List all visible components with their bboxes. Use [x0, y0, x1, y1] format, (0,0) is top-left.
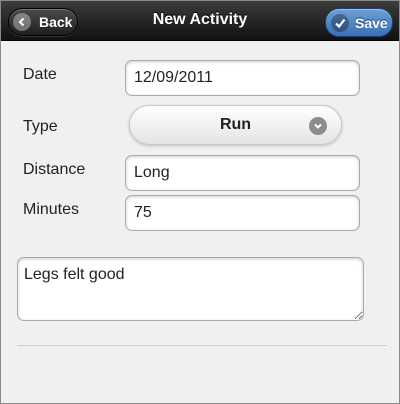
type-select[interactable]: Run: [129, 105, 342, 145]
checkmark-icon: [331, 13, 349, 32]
notes-textarea[interactable]: Legs felt good: [17, 257, 364, 321]
minutes-label: Minutes: [23, 201, 80, 218]
date-label: Date: [23, 66, 57, 83]
chevron-down-icon: [309, 117, 327, 135]
divider: [17, 345, 387, 346]
save-button[interactable]: Save: [325, 8, 393, 37]
distance-field[interactable]: [125, 155, 360, 191]
save-button-label: Save: [355, 14, 388, 31]
minutes-field[interactable]: [125, 195, 360, 231]
type-label: Type: [23, 118, 58, 135]
distance-label: Distance: [23, 161, 86, 178]
date-field[interactable]: [125, 60, 360, 96]
type-select-value: Run: [219, 116, 252, 133]
header-bar: Back New Activity Save: [1, 1, 399, 41]
